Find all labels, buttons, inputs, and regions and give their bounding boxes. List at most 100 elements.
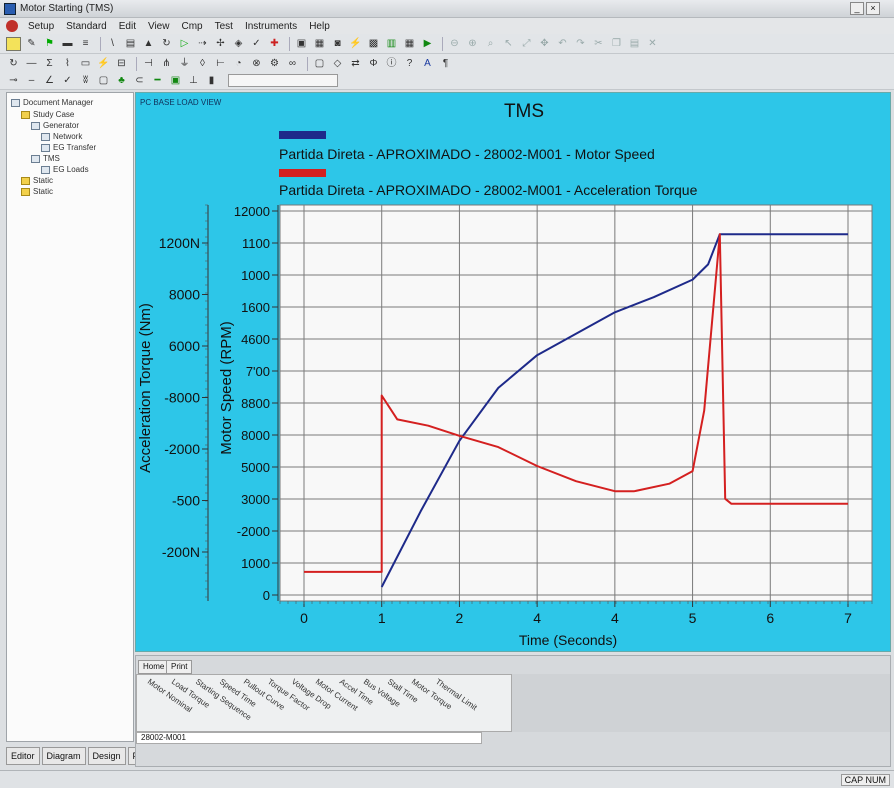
app-menu-icon[interactable] — [6, 20, 18, 32]
x-tick-label: 1 — [378, 610, 386, 626]
transformer-icon[interactable]: ≡ — [78, 37, 93, 51]
check-icon[interactable]: ✓ — [249, 37, 264, 51]
node-icon[interactable]: ◊ — [195, 57, 210, 71]
zoom-out-icon[interactable]: ⊖ — [447, 37, 462, 51]
motor-icon[interactable]: ▲ — [141, 37, 156, 51]
tree-item[interactable]: Static — [21, 175, 53, 186]
tree-item[interactable]: TMS — [31, 153, 60, 164]
meter-icon[interactable]: ◔ — [231, 57, 246, 71]
menu-edit[interactable]: Edit — [113, 21, 142, 32]
paste-icon[interactable]: ▤ — [627, 37, 642, 51]
bars-icon[interactable]: ▭ — [78, 57, 93, 71]
redo-icon[interactable]: ↷ — [573, 37, 588, 51]
dash-icon[interactable]: – — [24, 74, 39, 88]
spark-icon[interactable]: ⚡ — [96, 57, 111, 71]
breaker-icon[interactable]: ▤ — [123, 37, 138, 51]
pipe-icon[interactable]: ⊥ — [186, 74, 201, 88]
pointer-icon[interactable]: ↖ — [501, 37, 516, 51]
line-icon[interactable]: — — [24, 57, 39, 71]
info-icon[interactable]: ⓘ — [384, 57, 399, 71]
filter-icon[interactable]: ⋔ — [159, 57, 174, 71]
link-icon[interactable]: ∞ — [285, 57, 300, 71]
bus-icon[interactable]: ▬ — [60, 37, 75, 51]
pan-icon[interactable]: ✥ — [537, 37, 552, 51]
tab-editor[interactable]: Editor — [6, 747, 40, 765]
search-icon[interactable]: ⌕ — [483, 37, 498, 51]
go-icon[interactable]: ▶ — [420, 37, 435, 51]
cable-icon[interactable]: ʬ — [78, 74, 93, 88]
rotate-icon[interactable]: ↻ — [159, 37, 174, 51]
phase-icon[interactable]: Φ — [366, 57, 381, 71]
capacitor-icon[interactable]: ⊣ — [141, 57, 156, 71]
zoom-in-icon[interactable]: ⊕ — [465, 37, 480, 51]
tree-item[interactable]: EG Loads — [41, 164, 89, 175]
tab-diagram[interactable]: Diagram — [41, 747, 86, 765]
tree-tool-icon[interactable]: ♣ — [114, 74, 129, 88]
ground-icon[interactable]: ⏚ — [177, 57, 192, 71]
table-row[interactable]: 28002-M001 — [136, 732, 482, 744]
menu-standard[interactable]: Standard — [60, 21, 113, 32]
cell-icon[interactable]: ▢ — [96, 74, 111, 88]
tab-print[interactable]: Print — [166, 660, 193, 674]
chart-icon[interactable]: ▥ — [384, 37, 399, 51]
motor-tool-icon[interactable]: ⊂ — [132, 74, 147, 88]
plug-icon[interactable]: ⚡ — [348, 37, 363, 51]
fit-icon[interactable]: ⤢ — [519, 37, 534, 51]
menu-test[interactable]: Test — [209, 21, 239, 32]
link-tool-icon[interactable]: ⊸ — [6, 74, 21, 88]
lock-icon[interactable]: ▢ — [312, 57, 327, 71]
menu-cmp[interactable]: Cmp — [175, 21, 208, 32]
play-icon[interactable]: ▷ — [177, 37, 192, 51]
switch-icon[interactable]: \ — [105, 37, 120, 51]
tree-item[interactable]: Study Case — [21, 109, 74, 120]
refresh-icon[interactable]: ↻ — [6, 57, 21, 71]
save-icon[interactable]: ▦ — [312, 37, 327, 51]
green-line-icon[interactable]: ━ — [150, 74, 165, 88]
table-icon[interactable]: ▦ — [402, 37, 417, 51]
target-icon[interactable]: ✚ — [267, 37, 282, 51]
brush-icon[interactable]: ✓ — [60, 74, 75, 88]
display-icon[interactable]: ▣ — [168, 74, 183, 88]
minimize-button[interactable]: _ — [850, 2, 864, 15]
menu-setup[interactable]: Setup — [22, 21, 60, 32]
menu-instruments[interactable]: Instruments — [239, 21, 303, 32]
tree-item[interactable]: Generator — [31, 120, 79, 131]
menu-view[interactable]: View — [142, 21, 176, 32]
resistor-icon[interactable]: ⌇ — [60, 57, 75, 71]
copy-icon[interactable]: ❐ — [609, 37, 624, 51]
close-button[interactable]: × — [866, 2, 880, 15]
edit-icon[interactable]: ✎ — [24, 37, 39, 51]
tab-design[interactable]: Design — [87, 747, 126, 765]
cut-icon[interactable]: ✂ — [591, 37, 606, 51]
new-icon[interactable] — [6, 36, 21, 51]
tree-item[interactable]: Static — [21, 186, 53, 197]
column-icon[interactable]: ▮ — [204, 74, 219, 88]
flag-icon[interactable]: ⚑ — [42, 37, 57, 51]
grid-icon[interactable]: ▩ — [366, 37, 381, 51]
load-icon[interactable]: ◈ — [231, 37, 246, 51]
help-icon[interactable]: ? — [402, 57, 417, 71]
terminal-icon[interactable]: ⊢ — [213, 57, 228, 71]
fuse-icon[interactable]: ⊟ — [114, 57, 129, 71]
tree-item[interactable]: EG Transfer — [41, 142, 96, 153]
tag-icon[interactable]: ◇ — [330, 57, 345, 71]
tab-home[interactable]: Home — [138, 660, 170, 674]
monitor-icon[interactable]: ▣ — [294, 37, 309, 51]
gear-icon[interactable]: ⚙ — [267, 57, 282, 71]
sigma-icon[interactable]: Σ — [42, 57, 57, 71]
flow-icon[interactable]: ⇄ — [348, 57, 363, 71]
arrow-icon[interactable]: ⇢ — [195, 37, 210, 51]
tree-item[interactable]: Network — [41, 131, 82, 142]
menu-help[interactable]: Help — [303, 21, 336, 32]
angle-icon[interactable]: ∠ — [42, 74, 57, 88]
branch-icon[interactable]: ✢ — [213, 37, 228, 51]
delete-icon[interactable]: ✕ — [645, 37, 660, 51]
format-icon[interactable]: ¶ — [438, 57, 453, 71]
right-tick-label: 0 — [263, 588, 270, 603]
format-combo[interactable] — [228, 74, 338, 87]
text-icon[interactable]: A — [420, 57, 435, 71]
relay-icon[interactable]: ⊗ — [249, 57, 264, 71]
tree-item[interactable]: Document Manager — [11, 97, 93, 108]
undo-icon[interactable]: ↶ — [555, 37, 570, 51]
camera-icon[interactable]: ◙ — [330, 37, 345, 51]
